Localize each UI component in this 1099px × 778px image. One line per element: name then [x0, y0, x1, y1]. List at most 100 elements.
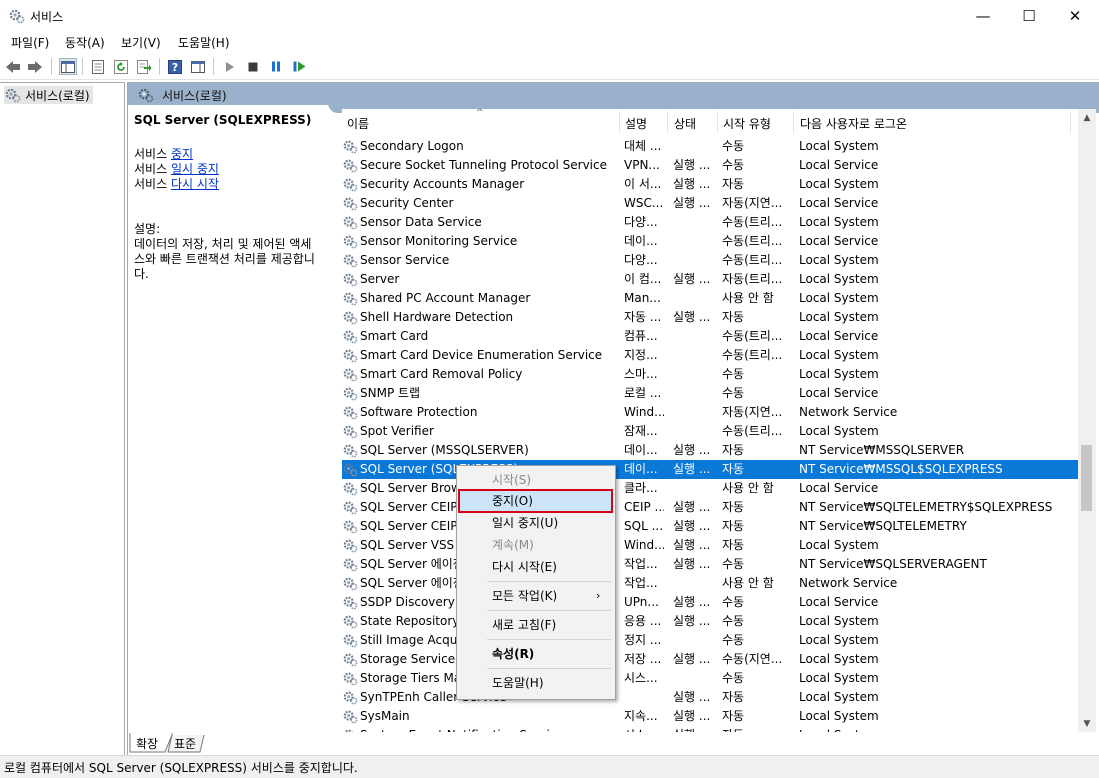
pause-service-link[interactable]: 일시 중지	[171, 162, 219, 176]
service-row[interactable]: Security Center WSC... 실행 ... 자동(지연... Local…	[342, 194, 1086, 213]
menu-file[interactable]: 파일(F)	[11, 34, 49, 51]
service-status-cell: 실행 ...	[673, 652, 711, 666]
service-row[interactable]: SSDP Discovery UPn... 실행 ... 수동 Local Servic…	[342, 593, 1086, 612]
action-prefix: 서비스	[134, 177, 171, 191]
services-gear-icon	[9, 9, 25, 24]
scroll-thumb[interactable]	[1081, 445, 1092, 511]
service-description-cell: 클라...	[624, 481, 658, 495]
service-row[interactable]: Secure Socket Tunneling Protocol Service…	[342, 156, 1086, 175]
show-action-pane-button[interactable]	[189, 58, 207, 75]
column-header-status[interactable]: 상태	[674, 115, 696, 132]
service-row[interactable]: Smart Card 컴퓨... 수동(트리... Local Service	[342, 327, 1086, 346]
service-status-cell: 실행 ...	[673, 310, 711, 324]
close-button[interactable]: ✕	[1052, 0, 1098, 31]
column-header-name[interactable]: 이름	[347, 115, 369, 132]
show-tree-button[interactable]	[59, 58, 77, 75]
forward-button[interactable]	[26, 58, 44, 75]
service-description-cell: CEIP ...	[624, 500, 664, 514]
service-gear-icon	[343, 330, 358, 344]
service-row[interactable]: Still Image Acquisition Events 정지 ... 수동 Lo…	[342, 631, 1086, 650]
maximize-button[interactable]: ☐	[1006, 0, 1052, 31]
stop-service-button[interactable]	[244, 58, 262, 75]
service-row[interactable]: Storage Tiers Management 시스... 수동 Local Sys…	[342, 669, 1086, 688]
service-name-cell: Sensor Monitoring Service	[360, 234, 518, 248]
service-gear-icon	[343, 216, 358, 230]
pause-service-button[interactable]	[267, 58, 285, 75]
menu-action[interactable]: 동작(A)	[65, 34, 105, 51]
service-row[interactable]: State Repository Service 응용 ... 실행 ... 수동 Lo…	[342, 612, 1086, 631]
service-row[interactable]: SynTPEnh Caller Service 실행 ... 자동 Local Sys…	[342, 688, 1086, 707]
menu-item-stop[interactable]: 중지(O)	[458, 489, 613, 513]
menu-help[interactable]: 도움말(H)	[178, 34, 230, 51]
service-gear-icon	[343, 558, 358, 572]
tab-standard[interactable]: 표준	[170, 735, 200, 753]
vertical-scrollbar[interactable]: ▲ ▼	[1078, 109, 1096, 732]
service-row[interactable]: SQL Server VSS Writer Wind... 실행 ... 자동 Loca…	[342, 536, 1086, 555]
refresh-button[interactable]	[112, 58, 130, 75]
service-row[interactable]: SQL Server (SQLEXPRESS) 데이... 실행 ... 자동 NT S…	[342, 460, 1086, 479]
column-header-startup-type[interactable]: 시작 유형	[723, 115, 771, 132]
service-startup-type-cell: 수동	[722, 158, 745, 172]
service-row[interactable]: Sensor Monitoring Service 데이... 수동(트리... Lo…	[342, 232, 1086, 251]
service-row[interactable]: SNMP 트랩 로컬 ... 수동 Local Service	[342, 384, 1086, 403]
service-row[interactable]: Spot Verifier 잠재... 수동(트리... Local System	[342, 422, 1086, 441]
menu-item-restart[interactable]: 다시 시작(E)	[459, 555, 611, 579]
service-row[interactable]: SQL Server CEIP service (MSSQLSERVER)SQL…	[342, 517, 1086, 536]
restart-service-button[interactable]	[290, 58, 308, 75]
back-button[interactable]	[4, 58, 22, 75]
service-row[interactable]: SQL Server Browser 클라... 사용 안 함 Local Servi…	[342, 479, 1086, 498]
tab-extended[interactable]: 확장	[132, 735, 162, 753]
maximize-icon: ☐	[1022, 6, 1036, 25]
menu-item-properties[interactable]: 속성(R)	[459, 642, 611, 666]
menu-item-all-tasks[interactable]: 모든 작업(K) ›	[459, 584, 611, 608]
export-list-button[interactable]	[135, 58, 153, 75]
help-button[interactable]: ?	[166, 58, 184, 75]
minimize-button[interactable]: —	[960, 0, 1006, 31]
tree-item-services-local[interactable]: 서비스(로컬)	[4, 86, 93, 104]
stop-service-link[interactable]: 중지	[171, 147, 193, 161]
service-row[interactable]: Sensor Service 다양... 수동(트리... Local System	[342, 251, 1086, 270]
properties-button[interactable]	[89, 58, 107, 75]
back-arrow-icon	[6, 60, 20, 73]
service-description-cell: 자동 ...	[624, 310, 662, 324]
menu-item-help[interactable]: 도움말(H)	[459, 671, 611, 695]
service-row[interactable]: System Event Notification Service 시스... 실행…	[342, 726, 1086, 732]
service-row[interactable]: Shared PC Account Manager Man... 사용 안 함 Loc…	[342, 289, 1086, 308]
menu-item-pause[interactable]: 일시 중지(U)	[459, 511, 611, 535]
service-startup-type-cell: 자동	[722, 538, 745, 552]
service-row[interactable]: Smart Card Device Enumeration Service 지정.…	[342, 346, 1086, 365]
restart-service-link[interactable]: 다시 시작	[171, 177, 219, 191]
service-description-cell: 데이...	[624, 462, 658, 476]
service-logon-cell: Local System	[799, 671, 879, 685]
service-description-cell: 로컬 ...	[624, 386, 662, 400]
service-row[interactable]: Storage Service 저장 ... 실행 ... 수동(지연... Local…	[342, 650, 1086, 669]
column-header-logon-as[interactable]: 다음 사용자로 로그온	[800, 115, 907, 132]
menu-bar: 파일(F) 동작(A) 보기(V) 도움말(H)	[0, 31, 1099, 53]
service-row[interactable]: Server 이 컴... 실행 ... 자동(트리... Local System	[342, 270, 1086, 289]
service-gear-icon	[343, 520, 358, 534]
service-row[interactable]: SysMain 지속... 실행 ... 자동 Local System	[342, 707, 1086, 726]
service-row[interactable]: Software Protection Wind... 자동(지연... Networ…	[342, 403, 1086, 422]
scroll-down-icon[interactable]: ▼	[1078, 715, 1096, 732]
menu-view[interactable]: 보기(V)	[121, 34, 161, 51]
service-row[interactable]: SQL Server 에이전트 (SQLEXPRESS)작업...사용 안 함N…	[342, 574, 1086, 593]
service-logon-cell: Local Service	[799, 158, 879, 172]
menu-item-resume[interactable]: 계속(M)	[459, 533, 611, 557]
service-startup-type-cell: 사용 안 함	[722, 576, 774, 590]
service-row[interactable]: SQL Server 에이전트 (MSSQLSERVER)작업...실행 ...…	[342, 555, 1086, 574]
column-header-description[interactable]: 설명	[625, 115, 647, 132]
service-row[interactable]: Shell Hardware Detection 자동 ... 실행 ... 자동 Lo…	[342, 308, 1086, 327]
service-row[interactable]: Security Accounts Manager 이 서... 실행 ... 자동 L…	[342, 175, 1086, 194]
service-row[interactable]: SQL Server CEIP service (SQLEXPRESS)CEIP…	[342, 498, 1086, 517]
help-icon: ?	[168, 59, 182, 74]
service-row[interactable]: SQL Server (MSSQLSERVER) 데이... 실행 ... 자동 NT …	[342, 441, 1086, 460]
service-row[interactable]: Secondary Logon 대체 ... 수동 Local System	[342, 137, 1086, 156]
service-startup-type-cell: 자동(지연...	[722, 405, 783, 419]
service-row[interactable]: Smart Card Removal Policy 스마... 수동 Local Sy…	[342, 365, 1086, 384]
export-list-icon	[136, 59, 151, 74]
scroll-up-icon[interactable]: ▲	[1078, 109, 1096, 126]
service-gear-icon	[343, 482, 358, 496]
service-row[interactable]: Sensor Data Service 다양... 수동(트리... Local Sy…	[342, 213, 1086, 232]
menu-item-refresh[interactable]: 새로 고침(F)	[459, 613, 611, 637]
start-service-button[interactable]	[221, 58, 239, 75]
